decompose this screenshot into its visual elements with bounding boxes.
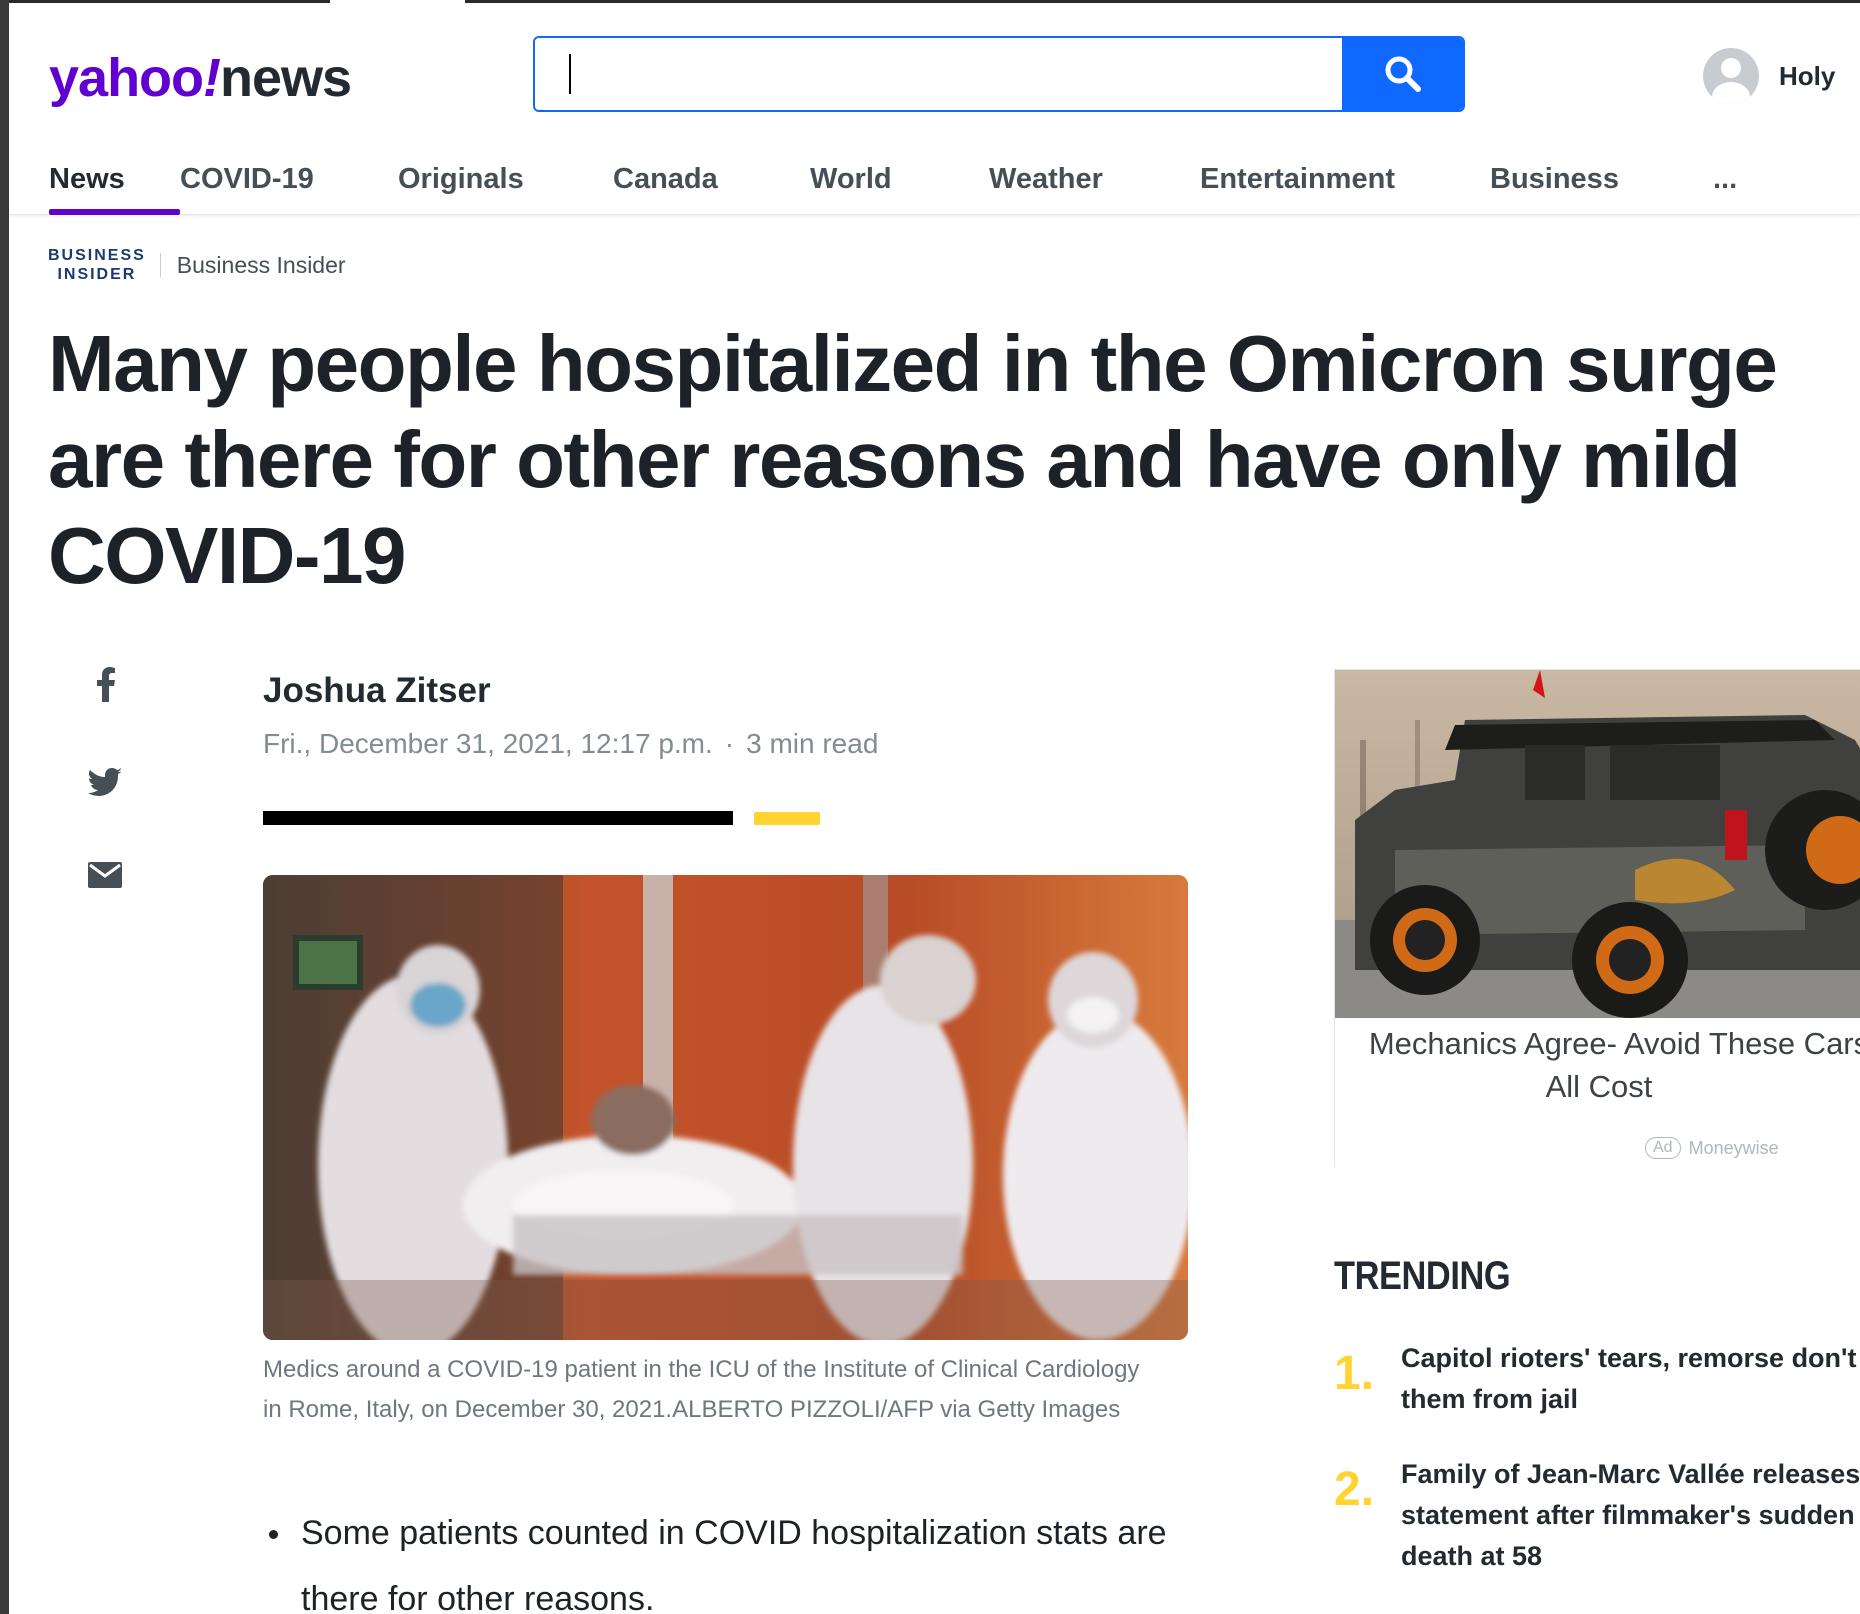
- ad-image: [1335, 670, 1860, 1018]
- search-bar: [533, 36, 1465, 112]
- decorative-accent: [754, 812, 820, 825]
- suv-image: [1335, 670, 1860, 1018]
- nav-item-entertainment[interactable]: Entertainment: [1200, 163, 1490, 215]
- summary-bullet: Some patients counted in COVID hospitali…: [263, 1500, 1203, 1614]
- photo-caption: Medics around a COVID-19 patient in the …: [263, 1356, 1140, 1423]
- search-button[interactable]: [1342, 38, 1463, 110]
- logo-yahoo-text: yahoo: [49, 48, 204, 108]
- trending-line: Capitol rioters' tears, remorse don't: [1401, 1343, 1857, 1373]
- ad-sponsor-name: Moneywise: [1688, 1137, 1779, 1158]
- trending-item[interactable]: 1. Capitol rioters' tears, remorse don't…: [1334, 1338, 1860, 1428]
- article-summary-bullets: Some patients counted in COVID hospitali…: [263, 1500, 1203, 1614]
- trending-line: them from jail: [1401, 1384, 1579, 1414]
- icu-scene-image: [263, 875, 1188, 1340]
- business-insider-logo: BUSINESS INSIDER: [48, 246, 146, 284]
- logo-news-text: news: [220, 48, 352, 108]
- site-header: yahoo!news Holy News COVID-19 Originals …: [9, 3, 1860, 215]
- ad-title-line1: Mechanics Agree- Avoid These Cars: [1368, 1026, 1860, 1061]
- decorative-rule: [263, 811, 733, 825]
- facebook-icon[interactable]: [96, 666, 116, 702]
- sponsored-ad-card[interactable]: Mechanics Agree- Avoid These Cars All Co…: [1334, 669, 1860, 1167]
- trending-rank: 1.: [1334, 1347, 1375, 1400]
- meta-separator: ·: [724, 728, 735, 759]
- provider-divider: [159, 253, 161, 277]
- trending-item[interactable]: 2. Family of Jean-Marc Vallée releases s…: [1334, 1454, 1860, 1584]
- ad-title-line2: All Cost: [1545, 1069, 1653, 1104]
- twitter-icon[interactable]: [88, 768, 122, 796]
- provider-name: Business Insider: [176, 251, 346, 278]
- provider-logo-line2: INSIDER: [57, 266, 137, 283]
- trending-line: death at 58: [1401, 1541, 1543, 1571]
- trending-line: Family of Jean-Marc Vallée releases: [1401, 1459, 1860, 1489]
- ad-title[interactable]: Mechanics Agree- Avoid These Cars All Co…: [1359, 1022, 1860, 1108]
- share-rail: [88, 666, 130, 954]
- nav-item-weather[interactable]: Weather: [989, 163, 1200, 215]
- nav-item-business[interactable]: Business: [1490, 163, 1713, 215]
- window-frame-left: [0, 0, 9, 1614]
- read-time: 3 min read: [746, 728, 879, 759]
- nav-item-news[interactable]: News: [49, 163, 180, 215]
- main-nav: News COVID-19 Originals Canada World Wea…: [49, 163, 1753, 215]
- ad-sponsor-label[interactable]: Ad Moneywise: [1645, 1137, 1779, 1159]
- article-meta: Fri., December 31, 2021, 12:17 p.m. · 3 mi…: [263, 728, 878, 760]
- yahoo-news-logo[interactable]: yahoo!news: [49, 47, 352, 109]
- nav-item-originals[interactable]: Originals: [398, 163, 613, 215]
- trending-line: statement after filmmaker's sudden: [1401, 1500, 1855, 1530]
- provider-byline[interactable]: BUSINESS INSIDER Business Insider: [48, 246, 346, 284]
- trending-heading: TRENDING: [1334, 1254, 1511, 1298]
- nav-item-covid-19[interactable]: COVID-19: [180, 163, 398, 215]
- search-icon: [1385, 56, 1421, 92]
- search-input[interactable]: [535, 38, 1342, 110]
- user-menu[interactable]: Holy: [1703, 48, 1835, 104]
- article-photo[interactable]: [263, 875, 1188, 1340]
- avatar-icon: [1703, 48, 1759, 104]
- article-headline: Many people hospitalized in the Omicron …: [48, 319, 1778, 600]
- nav-item-canada[interactable]: Canada: [613, 163, 810, 215]
- trending-rank: 2.: [1334, 1463, 1375, 1516]
- publish-date: Fri., December 31, 2021, 12:17 p.m.: [263, 728, 713, 759]
- text-cursor: [569, 54, 571, 94]
- ad-badge: Ad: [1645, 1137, 1681, 1159]
- trending-headline: Family of Jean-Marc Vallée releases stat…: [1401, 1454, 1860, 1577]
- mail-icon[interactable]: [88, 862, 122, 888]
- nav-item-world[interactable]: World: [810, 163, 989, 215]
- trending-headline: Capitol rioters' tears, remorse don't th…: [1401, 1338, 1860, 1420]
- provider-logo-line1: BUSINESS: [48, 247, 146, 264]
- author-name[interactable]: Joshua Zitser: [263, 671, 491, 711]
- user-name: Holy: [1779, 60, 1836, 91]
- nav-more-button[interactable]: ...: [1713, 163, 1753, 215]
- logo-slash: !: [203, 48, 221, 108]
